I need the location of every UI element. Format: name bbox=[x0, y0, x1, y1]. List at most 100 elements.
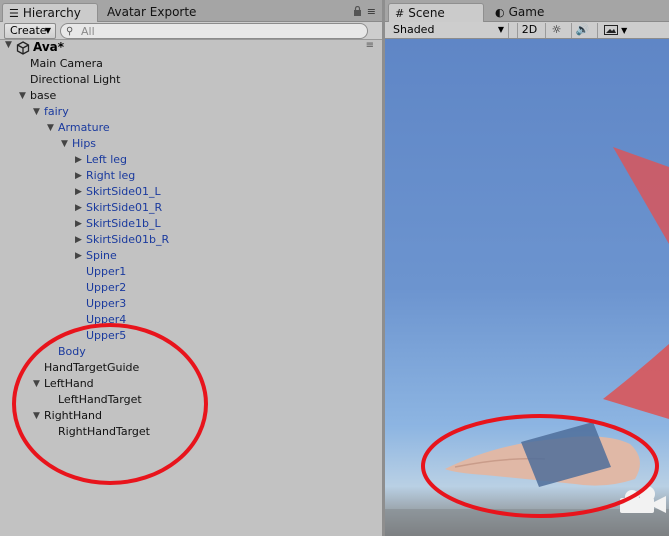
tree-item-label: Armature bbox=[58, 121, 110, 134]
search-field[interactable]: ⚲ bbox=[60, 23, 368, 39]
tree-item[interactable]: Upper1 bbox=[0, 264, 382, 280]
collapse-arrow-icon[interactable]: ▶ bbox=[75, 152, 82, 168]
wing-shape bbox=[613, 147, 669, 244]
effects-dropdown[interactable]: ▼ bbox=[597, 23, 633, 38]
tree-item-label: base bbox=[30, 89, 57, 102]
tree-item[interactable]: ▶ SkirtSide01_L bbox=[0, 184, 382, 200]
tree-item-label: Spine bbox=[86, 249, 117, 262]
tab-game[interactable]: ◐ Game bbox=[489, 3, 569, 22]
tree-item-label: SkirtSide01b_R bbox=[86, 233, 170, 246]
expand-arrow-icon[interactable]: ▼ bbox=[33, 104, 40, 120]
tree-item-label: LeftHandTarget bbox=[58, 393, 142, 406]
tab-game-label: Game bbox=[508, 5, 545, 19]
tree-item[interactable]: Upper5 bbox=[0, 328, 382, 344]
tree-item-label: RightHandTarget bbox=[58, 425, 150, 438]
lock-icon[interactable] bbox=[353, 6, 362, 16]
scene-viewport[interactable] bbox=[385, 39, 669, 536]
list-icon: ☰ bbox=[9, 7, 19, 20]
panel-menu-icon[interactable]: ≡ bbox=[367, 5, 376, 18]
collapse-arrow-icon[interactable]: ▶ bbox=[75, 232, 82, 248]
audio-toggle-button[interactable]: 🔊 bbox=[571, 23, 593, 38]
tree-item[interactable]: ▼ RightHand bbox=[0, 408, 382, 424]
tree-item[interactable]: Body bbox=[0, 344, 382, 360]
tree-item-label: Upper2 bbox=[86, 281, 127, 294]
shading-mode-dropdown[interactable]: Shaded ▼ bbox=[389, 23, 509, 38]
collapse-arrow-icon[interactable]: ▶ bbox=[75, 248, 82, 264]
expand-arrow-icon[interactable]: ▼ bbox=[33, 376, 40, 392]
collapse-arrow-icon[interactable]: ▶ bbox=[75, 200, 82, 216]
unity-logo-icon bbox=[16, 41, 30, 55]
grid-icon: # bbox=[395, 7, 405, 20]
tab-hierarchy[interactable]: ☰ Hierarchy bbox=[2, 3, 98, 22]
speaker-icon: 🔊 bbox=[575, 23, 590, 36]
tree-item[interactable]: ▶ Right leg bbox=[0, 168, 382, 184]
chevron-down-icon: ▼ bbox=[497, 25, 504, 34]
chevron-down-icon: ▼ bbox=[621, 26, 628, 35]
tree-item[interactable]: ▼ LeftHand bbox=[0, 376, 382, 392]
tree-item-label: SkirtSide1b_L bbox=[86, 217, 161, 230]
tree-item[interactable]: ▼ fairy bbox=[0, 104, 382, 120]
tree-item-label: Upper3 bbox=[86, 297, 127, 310]
expand-arrow-icon[interactable]: ▼ bbox=[5, 40, 12, 50]
tree-item[interactable]: RightHandTarget bbox=[0, 424, 382, 440]
collapse-arrow-icon[interactable]: ▶ bbox=[75, 184, 82, 200]
expand-arrow-icon[interactable]: ▼ bbox=[61, 136, 68, 152]
tree-item-label: Body bbox=[58, 345, 86, 358]
tree-item-label: Main Camera bbox=[30, 57, 103, 70]
tree-item-label: Hips bbox=[72, 137, 97, 150]
scene-render bbox=[385, 147, 669, 536]
toggle-2d-button[interactable]: 2D bbox=[517, 23, 541, 38]
tree-item[interactable]: ▼ Hips bbox=[0, 136, 382, 152]
expand-arrow-icon[interactable]: ▼ bbox=[47, 120, 54, 136]
tree-item[interactable]: Directional Light bbox=[0, 72, 382, 88]
scene-toolbar: Shaded ▼ 2D ☼ 🔊 ▼ bbox=[385, 22, 669, 39]
lighting-toggle-button[interactable]: ☼ bbox=[545, 23, 567, 38]
sun-icon: ☼ bbox=[551, 23, 562, 36]
scene-name: Ava* bbox=[33, 40, 65, 54]
create-button[interactable]: Create ▼ bbox=[4, 23, 56, 39]
tree-item[interactable]: ▼ Armature bbox=[0, 120, 382, 136]
tree-item[interactable]: ▶ Spine bbox=[0, 248, 382, 264]
ground-plane bbox=[385, 509, 669, 536]
tab-scene[interactable]: # Scene bbox=[388, 3, 484, 22]
tree-item-label: Upper1 bbox=[86, 265, 127, 278]
tree-item[interactable]: ▶ SkirtSide01_R bbox=[0, 200, 382, 216]
tree-item[interactable]: ▼ base bbox=[0, 88, 382, 104]
tree-item-label: Right leg bbox=[86, 169, 136, 182]
tree-item[interactable]: Main Camera bbox=[0, 56, 382, 72]
scene-menu-icon[interactable]: ≡ bbox=[366, 40, 374, 51]
tab-avatar-exporter[interactable]: Avatar Exporte bbox=[101, 3, 221, 22]
tree-item-label: RightHand bbox=[44, 409, 102, 422]
tree-item-label: Directional Light bbox=[30, 73, 121, 86]
tree-item[interactable]: Upper2 bbox=[0, 280, 382, 296]
tree-item-label: HandTargetGuide bbox=[44, 361, 140, 374]
hierarchy-toolbar: Create ▼ ⚲ bbox=[0, 22, 382, 40]
scene-tab-bar: # Scene ◐ Game bbox=[385, 0, 669, 22]
tree-item[interactable]: Upper4 bbox=[0, 312, 382, 328]
pacman-icon: ◐ bbox=[495, 6, 505, 19]
expand-arrow-icon[interactable]: ▼ bbox=[33, 408, 40, 424]
collapse-arrow-icon[interactable]: ▶ bbox=[75, 216, 82, 232]
tree-item-label: SkirtSide01_R bbox=[86, 201, 163, 214]
tree-item-label: Left leg bbox=[86, 153, 127, 166]
hierarchy-tab-bar: ☰ Hierarchy Avatar Exporte ≡ bbox=[0, 0, 382, 22]
tree-item[interactable]: HandTargetGuide bbox=[0, 360, 382, 376]
tab-scene-label: Scene bbox=[408, 6, 445, 20]
tab-avatar-exporter-label: Avatar Exporte bbox=[107, 5, 197, 19]
scene-root-row[interactable]: ▼ Ava* ≡ bbox=[0, 40, 382, 56]
tree-item[interactable]: LeftHandTarget bbox=[0, 392, 382, 408]
tree-item-label: LeftHand bbox=[44, 377, 94, 390]
tree-item[interactable]: ▶ SkirtSide1b_L bbox=[0, 216, 382, 232]
image-icon bbox=[603, 25, 618, 35]
hierarchy-panel: ☰Hierarchy Avatar Exporte ≡ Create ▼ ⚲ ▼… bbox=[0, 0, 382, 536]
tree-item[interactable]: ▶ Left leg bbox=[0, 152, 382, 168]
scene-panel: # Scene ◐ Game Shaded ▼ 2D ☼ 🔊 ▼ bbox=[385, 0, 669, 536]
search-input[interactable] bbox=[81, 24, 351, 38]
tree-item[interactable]: ▶ SkirtSide01b_R bbox=[0, 232, 382, 248]
tree-item-label: fairy bbox=[44, 105, 69, 118]
collapse-arrow-icon[interactable]: ▶ bbox=[75, 168, 82, 184]
tree-item-label: Upper4 bbox=[86, 313, 127, 326]
shading-mode-label: Shaded bbox=[393, 23, 435, 36]
tree-item[interactable]: Upper3 bbox=[0, 296, 382, 312]
expand-arrow-icon[interactable]: ▼ bbox=[19, 88, 26, 104]
